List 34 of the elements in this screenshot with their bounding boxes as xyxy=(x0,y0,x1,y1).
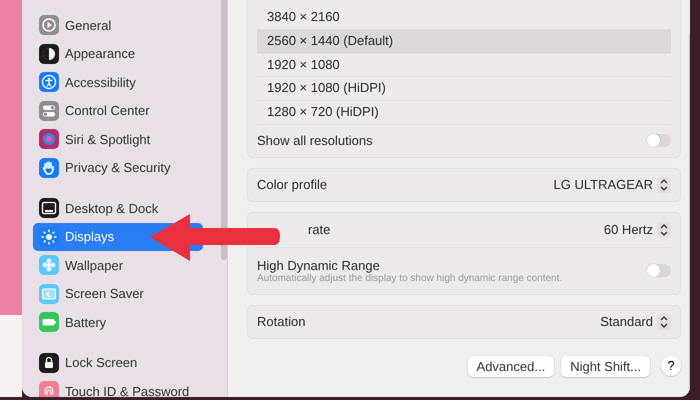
sidebar-item[interactable]: Control Center xyxy=(33,96,203,125)
sidebar-item[interactable]: Touch ID & Password xyxy=(33,377,203,397)
popup-button[interactable]: Standard xyxy=(600,314,653,330)
sidebar-item[interactable]: Battery xyxy=(33,308,203,336)
sidebar-item[interactable]: Lock Screen xyxy=(33,348,203,377)
scrollbar[interactable] xyxy=(221,0,227,260)
resolution-option[interactable]: 1920 × 1080 xyxy=(257,54,671,78)
stepper-icon xyxy=(657,314,671,330)
resolution-option[interactable]: 2560 × 1440 (Default) xyxy=(257,30,671,54)
setting-label: Rotation xyxy=(257,314,306,330)
setting-label: Color profile xyxy=(257,177,328,192)
sidebar-item[interactable]: General xyxy=(33,11,203,40)
popup-button[interactable]: LG ULTRAGEAR xyxy=(554,177,653,192)
sidebar-item[interactable]: Privacy & Security xyxy=(33,154,203,182)
sidebar-item[interactable]: Accessibility xyxy=(33,68,203,96)
resolution-option[interactable]: 1920 × 1080 (HiDPI) xyxy=(257,77,671,102)
push-button[interactable]: Advanced... xyxy=(468,356,554,377)
help-button[interactable]: ? xyxy=(661,356,681,376)
sidebar-item[interactable]: Siri & Spotlight xyxy=(33,125,203,154)
sidebar-item[interactable]: Desktop & Dock xyxy=(33,194,203,222)
setting-label: rate xyxy=(308,222,330,238)
toggle-switch[interactable] xyxy=(647,264,671,278)
setting-label: High Dynamic Range xyxy=(257,258,381,273)
stepper-icon xyxy=(657,176,671,193)
push-button[interactable]: Night Shift... xyxy=(561,356,650,377)
stepper-icon xyxy=(657,222,671,238)
resolution-option[interactable]: 1280 × 720 (HiDPI) xyxy=(257,101,671,125)
toggle-switch[interactable] xyxy=(647,134,671,148)
setting-label: Show all resolutions xyxy=(257,133,373,148)
sidebar-item[interactable]: Appearance xyxy=(33,40,203,68)
sidebar-item[interactable]: Wallpaper xyxy=(33,251,203,280)
popup-button[interactable]: 60 Hertz xyxy=(604,222,653,238)
setting-description: Automatically adjust the display to show high dynamic range content. xyxy=(257,272,564,284)
sidebar-item[interactable]: Screen Saver xyxy=(33,280,203,308)
